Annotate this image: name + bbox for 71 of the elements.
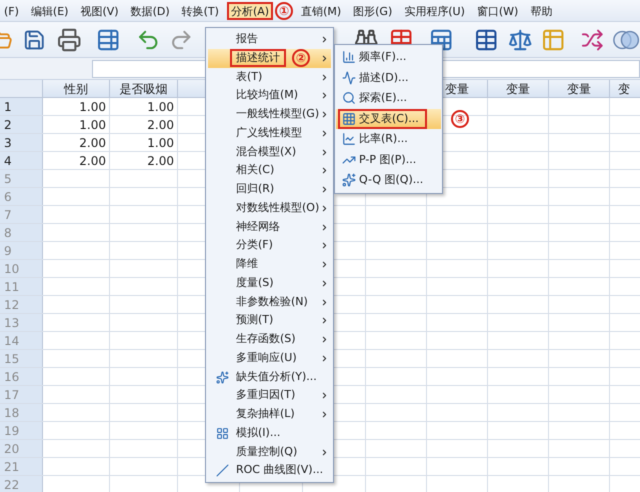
- menu-item[interactable]: 分析(A): [226, 2, 274, 20]
- menu-item-icon: [216, 464, 229, 478]
- table-cell: 1.00: [110, 134, 178, 151]
- menu-item[interactable]: 数据(D): [126, 2, 174, 20]
- column-header[interactable]: 性别: [43, 80, 110, 97]
- menu-item[interactable]: 报告: [208, 30, 331, 49]
- menu-item-icon: [342, 91, 356, 106]
- menu-item[interactable]: 神经网络: [208, 218, 331, 236]
- menu-item[interactable]: 复杂抽样(L): [208, 405, 331, 424]
- menu-item[interactable]: 分类(F): [208, 236, 331, 255]
- column-header[interactable]: 变: [610, 80, 640, 97]
- step-number: ①: [275, 2, 294, 20]
- column-header[interactable]: 是否吸烟: [110, 80, 178, 97]
- menu-item[interactable]: 质量控制(Q): [208, 442, 331, 462]
- column-header[interactable]: 变量: [488, 80, 549, 97]
- menu-item[interactable]: 帮助: [526, 2, 556, 20]
- menu-item[interactable]: Q-Q 图(Q)...: [336, 170, 441, 190]
- menu-item[interactable]: 缺失值分析(Y)...: [208, 368, 331, 386]
- menu-item[interactable]: 表(T): [208, 68, 331, 86]
- menu-item[interactable]: ROC 曲线图(V)...: [208, 461, 331, 480]
- menu-item[interactable]: 视图(V): [76, 2, 123, 20]
- menu-item[interactable]: 相关(C): [208, 161, 331, 180]
- row-number[interactable]: 4: [0, 152, 43, 169]
- menu-item[interactable]: 回归(R): [208, 180, 331, 199]
- table-cell: 1.00: [110, 98, 178, 115]
- menu-item[interactable]: 编辑(E): [26, 2, 72, 20]
- menu-item[interactable]: 比率(R)...: [336, 129, 441, 150]
- menu-item[interactable]: 一般线性模型(G): [208, 105, 331, 124]
- menu-item[interactable]: 模拟(I)...: [208, 424, 331, 442]
- column-header[interactable]: 变量: [549, 80, 610, 97]
- row-number[interactable]: 1: [0, 98, 43, 115]
- menu-item-icon: [342, 70, 356, 85]
- menu-item-icon: [342, 50, 356, 64]
- menu-item[interactable]: 频率(F)...: [336, 47, 441, 68]
- menu-item[interactable]: 广义线性模型: [208, 124, 331, 142]
- menu-item[interactable]: 混合模型(X): [208, 142, 331, 162]
- menu-item-icon: [342, 132, 356, 146]
- menu-item[interactable]: 多重归因(T): [208, 386, 331, 405]
- menu-item-icon: [342, 173, 356, 188]
- menu-item[interactable]: 非参数检验(N): [208, 292, 331, 312]
- menu-item[interactable]: 转换(T): [178, 2, 223, 20]
- menu-item[interactable]: 生存函数(S): [208, 330, 331, 349]
- menu-item[interactable]: 直销(M): [297, 2, 346, 20]
- table-cell: 2.00: [110, 152, 178, 169]
- table-cell: 2.00: [43, 152, 110, 169]
- menu-item[interactable]: 多重响应(U): [208, 348, 331, 368]
- table-cell: 1.00: [43, 98, 110, 115]
- table-cell: 2.00: [110, 116, 178, 133]
- menu-item-icon: [216, 370, 229, 384]
- menu-item-icon: [216, 426, 229, 440]
- menu-item[interactable]: 窗口(W): [472, 2, 522, 20]
- print-icon[interactable]: [57, 26, 82, 52]
- table-cell: 1.00: [43, 116, 110, 133]
- menu-item[interactable]: 对数线性模型(O): [208, 198, 331, 218]
- menu-item[interactable]: (F): [0, 2, 23, 20]
- save-icon[interactable]: [22, 28, 46, 52]
- menu-item[interactable]: 图形(G): [349, 2, 396, 20]
- row-number[interactable]: 2: [0, 116, 43, 133]
- menu-item[interactable]: 交叉表(C)...: [336, 108, 441, 129]
- table-cell: 2.00: [43, 134, 110, 151]
- menu-item[interactable]: 降维: [208, 255, 331, 274]
- step-number: ②: [292, 48, 310, 67]
- menu-item[interactable]: 预测(T): [208, 311, 331, 330]
- menu-item[interactable]: 比较均值(M): [208, 86, 331, 105]
- menu-item-icon: [342, 112, 356, 126]
- row-number[interactable]: 3: [0, 134, 43, 151]
- shuffle-icon[interactable]: [581, 28, 604, 52]
- step-number: ③: [451, 110, 469, 128]
- menu-item[interactable]: 实用程序(U): [400, 2, 469, 20]
- menu-item[interactable]: P-P 图(P)...: [336, 150, 441, 170]
- menu-item[interactable]: 度量(S): [208, 274, 331, 292]
